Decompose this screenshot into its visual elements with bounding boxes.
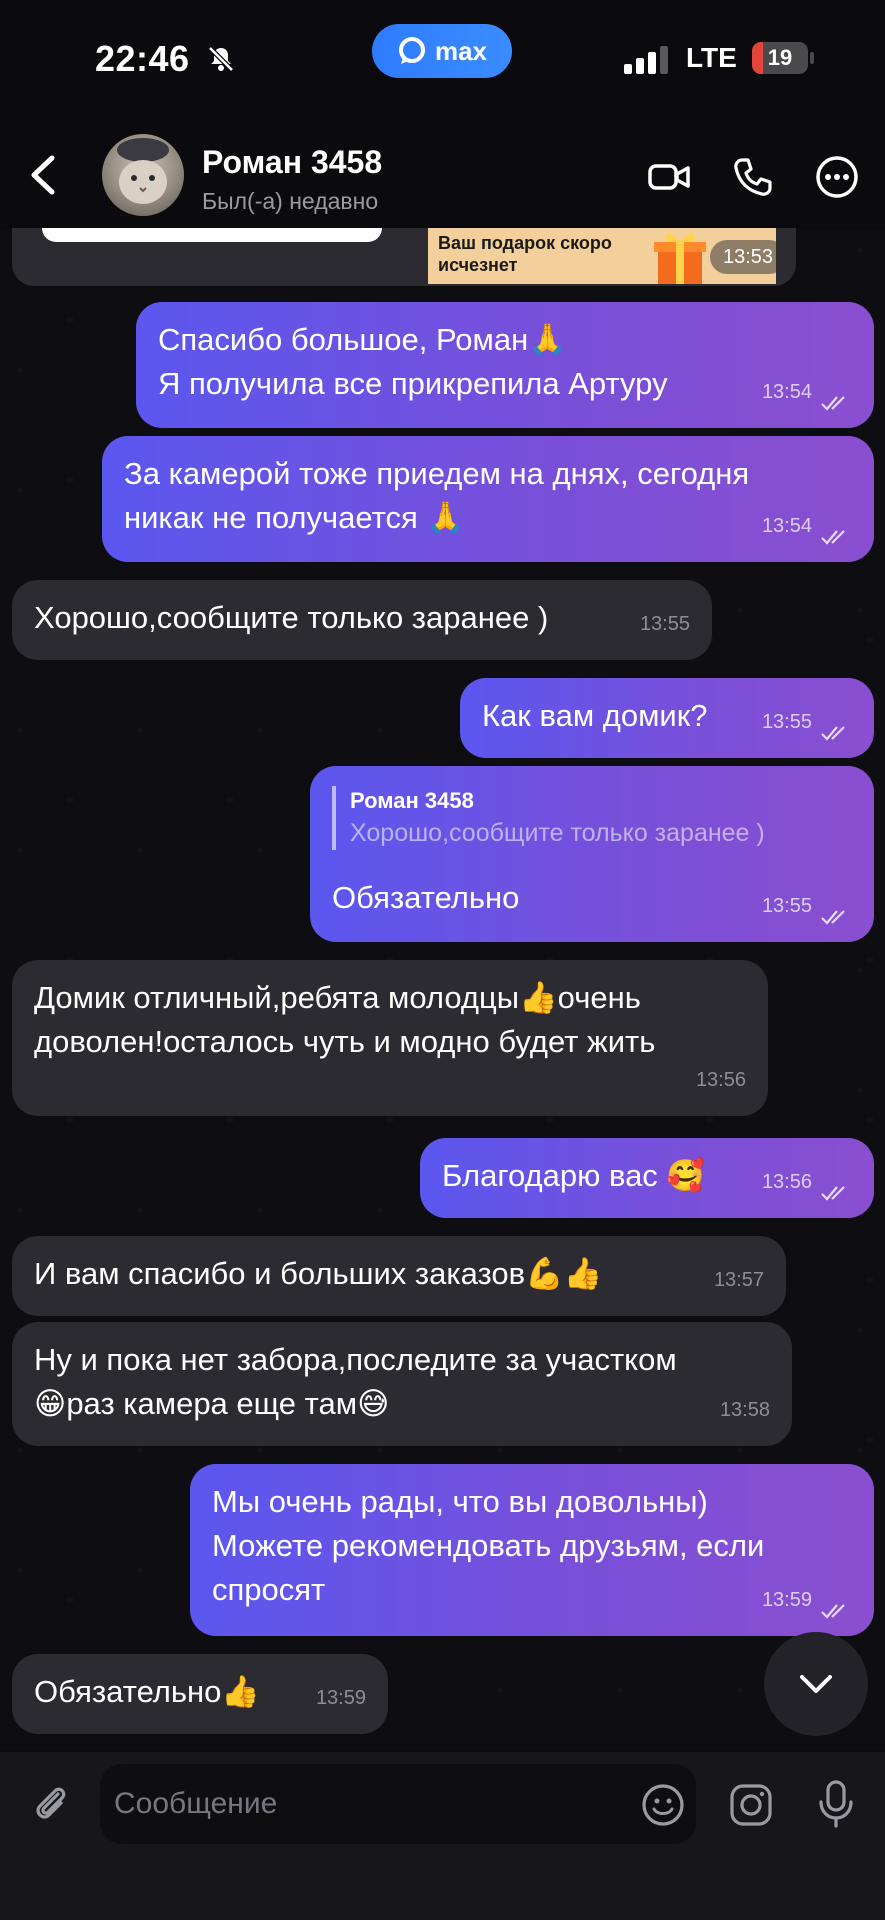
message-time: 13:58 xyxy=(719,1399,770,1421)
more-icon[interactable] xyxy=(814,154,860,200)
message-time: 13:55 xyxy=(761,895,812,917)
scroll-down-button[interactable] xyxy=(764,1632,868,1736)
message-time: 13:56 xyxy=(695,1069,746,1091)
message-bubble-outgoing[interactable]: Благодарю вас 🥰 13:56 xyxy=(420,1138,874,1218)
message-time: 13:59 xyxy=(315,1687,366,1709)
message-bubble-outgoing-reply[interactable]: Роман 3458 Хорошо,сообщите только заране… xyxy=(310,766,874,942)
read-ticks-icon xyxy=(821,1186,845,1201)
message-text: Хорошо,сообщите только заранее ) xyxy=(34,600,549,635)
message-composer xyxy=(0,1752,885,1920)
app-pill[interactable]: max xyxy=(372,24,512,78)
contact-name[interactable]: Роман 3458 xyxy=(202,144,382,181)
app-pill-label: max xyxy=(434,35,488,66)
message-text: Домик отличный,ребята молодцы👍очень дово… xyxy=(34,980,656,1059)
message-time: 13:53 xyxy=(710,240,776,274)
reply-author: Роман 3458 xyxy=(350,788,474,813)
message-bubble-incoming[interactable]: Домик отличный,ребята молодцы👍очень дово… xyxy=(12,960,768,1116)
sticker-icon[interactable] xyxy=(728,1782,774,1828)
message-bubble-outgoing[interactable]: За камерой тоже приедем на днях, сегодня… xyxy=(102,436,874,562)
message-bubble-incoming[interactable]: И вам спасибо и больших заказов💪👍 13:57 xyxy=(12,1236,786,1316)
message-text: Обязательно👍 xyxy=(34,1674,261,1709)
attach-icon[interactable] xyxy=(28,1782,72,1826)
reply-text: Хорошо,сообщите только заранее ) xyxy=(350,819,765,847)
message-text: За камерой тоже приедем на днях, сегодня… xyxy=(124,456,750,535)
max-logo-icon xyxy=(398,37,425,64)
message-time: 13:55 xyxy=(761,711,812,733)
message-time: 13:56 xyxy=(761,1171,812,1193)
promo-text: Ваш подарок скоро исчезнет xyxy=(438,233,612,275)
reply-quote[interactable]: Роман 3458 Хорошо,сообщите только заране… xyxy=(332,786,765,850)
message-time: 13:57 xyxy=(713,1269,764,1291)
message-bubble-incoming[interactable]: Обязательно👍 13:59 xyxy=(12,1654,388,1734)
read-ticks-icon xyxy=(821,910,845,925)
battery-tip xyxy=(810,52,814,64)
message-bubble-outgoing[interactable]: Как вам домик? 13:55 xyxy=(460,678,874,758)
battery-label: 19 xyxy=(767,45,793,70)
contact-status: Был(-а) недавно xyxy=(202,188,379,214)
message-text: Ну и пока нет забора,последите за участк… xyxy=(34,1342,677,1421)
message-time: 13:54 xyxy=(761,515,812,537)
avatar[interactable] xyxy=(102,134,184,216)
status-time: 22:46 xyxy=(95,38,190,79)
status-bar: 22:46 max LTE 19 xyxy=(0,0,885,120)
link-preview-card[interactable] xyxy=(42,228,382,242)
message-text: Благодарю вас 🥰 xyxy=(442,1158,706,1193)
emoji-icon[interactable] xyxy=(640,1782,686,1828)
phone-icon[interactable] xyxy=(730,154,776,200)
message-text: Мы очень рады, что вы довольны) Можете р… xyxy=(212,1484,765,1607)
read-ticks-icon xyxy=(821,1604,845,1619)
message-time: 13:55 xyxy=(639,613,690,635)
message-bubble-outgoing[interactable]: Мы очень рады, что вы довольны) Можете р… xyxy=(190,1464,874,1636)
message-input[interactable] xyxy=(100,1764,696,1844)
bell-muted-icon xyxy=(208,46,234,72)
message-bubble-incoming[interactable]: Ну и пока нет забора,последите за участк… xyxy=(12,1322,792,1446)
signal-icon xyxy=(624,46,668,74)
back-icon[interactable] xyxy=(24,150,64,200)
message-text: Обязательно xyxy=(332,880,520,915)
chat-header: Роман 3458 Был(-а) недавно xyxy=(0,120,885,230)
message-time: 13:54 xyxy=(761,381,812,403)
battery-icon: 19 xyxy=(752,42,808,74)
message-time: 13:59 xyxy=(761,1589,812,1611)
read-ticks-icon xyxy=(821,530,845,545)
message-bubble-outgoing[interactable]: Спасибо большое, Роман🙏 Я получила все п… xyxy=(136,302,874,428)
read-ticks-icon xyxy=(821,396,845,411)
video-call-icon[interactable] xyxy=(646,154,692,200)
message-text: Спасибо большое, Роман🙏 Я получила все п… xyxy=(158,322,668,401)
mic-icon[interactable] xyxy=(814,1778,858,1830)
message-text: Как вам домик? xyxy=(482,698,708,733)
gift-icon xyxy=(654,233,706,284)
chevron-down-icon xyxy=(800,1675,832,1693)
message-text: И вам спасибо и больших заказов💪👍 xyxy=(34,1256,603,1291)
promo-banner[interactable]: Ваш подарок скоро исчезнет 13:53 xyxy=(428,228,776,284)
message-bubble-incoming[interactable]: Хорошо,сообщите только заранее ) 13:55 xyxy=(12,580,712,660)
network-label: LTE xyxy=(686,42,737,73)
read-ticks-icon xyxy=(821,726,845,741)
cat-avatar-image xyxy=(117,138,169,204)
